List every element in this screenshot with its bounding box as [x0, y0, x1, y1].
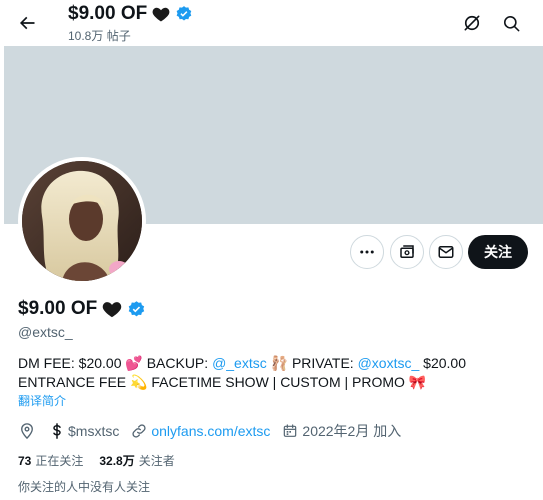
- handle: @extsc_: [18, 324, 73, 340]
- profile-meta: $msxtsc onlyfans.com/extsc 2022年2月 加入: [18, 421, 413, 441]
- bio-text: 🩰 PRIVATE:: [266, 355, 358, 371]
- top-bar: $9.00 OF 10.8万 帖子: [0, 0, 543, 46]
- private-link[interactable]: @xoxtsc_: [358, 355, 420, 371]
- translate-bio-link[interactable]: 翻译简介: [18, 392, 66, 409]
- avatar[interactable]: [18, 157, 146, 285]
- avatar-image: [22, 161, 142, 281]
- verified-badge-icon: [175, 5, 193, 23]
- joined-item: 2022年2月 加入: [282, 421, 401, 441]
- calendar-icon: [284, 424, 297, 437]
- grok-icon: [464, 15, 480, 31]
- search-icon: [503, 15, 519, 31]
- cashtag-item: $msxtsc: [48, 422, 119, 440]
- black-heart-icon: [152, 7, 170, 22]
- link-icon: [132, 424, 146, 438]
- website-link[interactable]: onlyfans.com/extsc: [151, 423, 270, 439]
- location-item: [18, 422, 36, 440]
- bio: DM FEE: $20.00 💕 BACKUP: @_extsc 🩰 PRIVA…: [18, 354, 533, 392]
- header-title-text: $9.00 OF: [68, 3, 148, 24]
- header-title: $9.00 OF: [68, 3, 193, 25]
- joined-date: 2022年2月 加入: [302, 423, 402, 439]
- website-item: onlyfans.com/extsc: [131, 423, 270, 439]
- followers-you-know: 你关注的人中没有人关注: [18, 480, 151, 494]
- location-pin-icon: [21, 423, 33, 440]
- message-button[interactable]: [429, 235, 463, 269]
- following-count: 73: [18, 454, 32, 468]
- more-icon: [360, 250, 374, 254]
- more-button[interactable]: [350, 235, 384, 269]
- envelope-icon: [438, 246, 454, 258]
- followers-count: 32.8万: [99, 454, 135, 468]
- follow-stats: 73 正在关注 32.8万 关注者: [18, 452, 191, 469]
- bio-text: DM FEE: $20.00 💕 BACKUP:: [18, 355, 213, 371]
- following-stat[interactable]: 73 正在关注: [18, 452, 83, 469]
- backup-link[interactable]: @_extsc: [212, 355, 267, 371]
- followers-stat[interactable]: 32.8万 关注者: [99, 452, 174, 469]
- verified-badge-icon[interactable]: [127, 300, 146, 319]
- subscription-button[interactable]: [390, 235, 424, 269]
- follow-button[interactable]: 关注: [468, 235, 528, 269]
- grok-button[interactable]: [455, 6, 489, 40]
- arrow-left-icon: [19, 16, 35, 30]
- display-name: $9.00 OF: [18, 298, 98, 319]
- search-button[interactable]: [494, 6, 528, 40]
- subscription-icon: [400, 245, 414, 258]
- dollar-icon: [53, 423, 61, 439]
- black-heart-icon: [102, 302, 122, 318]
- followers-label: 关注者: [138, 454, 175, 468]
- following-label: 正在关注: [35, 454, 84, 468]
- post-count: 10.8万 帖子: [68, 29, 131, 43]
- cashtag-text: $msxtsc: [68, 423, 120, 439]
- profile-name: $9.00 OF: [18, 298, 146, 320]
- back-button[interactable]: [10, 6, 44, 40]
